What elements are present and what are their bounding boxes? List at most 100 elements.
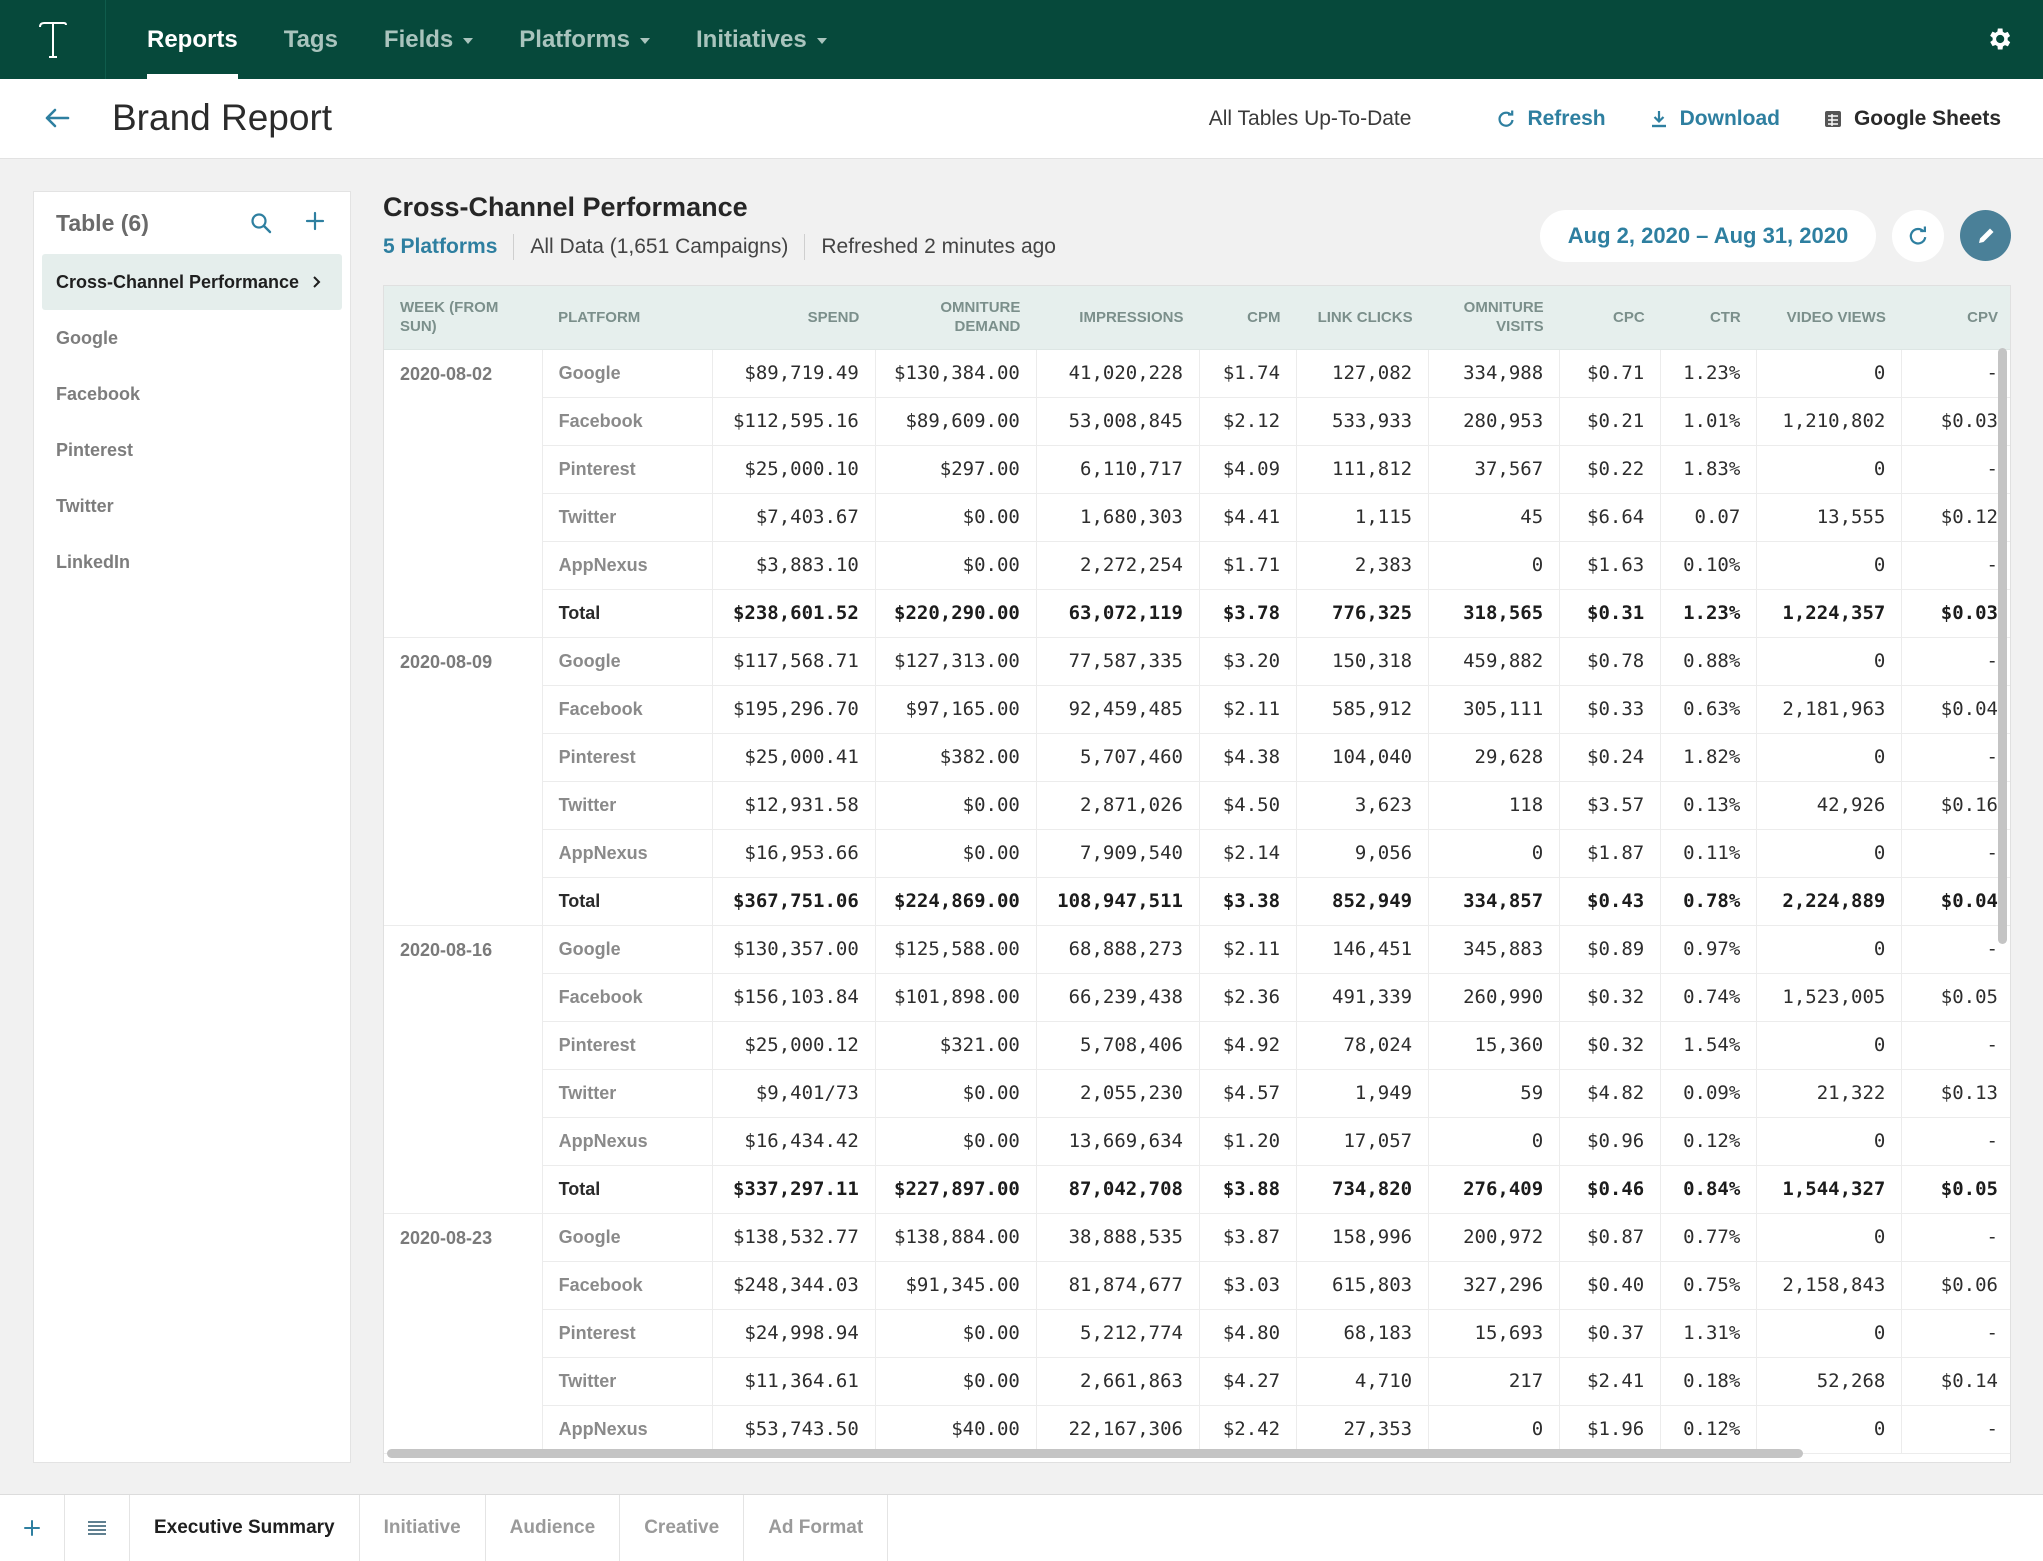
nav-item-platforms[interactable]: Platforms bbox=[519, 0, 650, 79]
date-range-picker[interactable]: Aug 2, 2020 – Aug 31, 2020 bbox=[1540, 210, 1876, 262]
table-meta: 5 Platforms All Data (1,651 Campaigns) R… bbox=[383, 233, 1056, 261]
column-header[interactable]: IMPRESSIONS bbox=[1036, 286, 1200, 350]
data-cell: 0 bbox=[1756, 733, 1902, 782]
tab-audience[interactable]: Audience bbox=[486, 1495, 621, 1561]
table-row[interactable]: AppNexus $16,434.42 $0.00 13,669,634 $1.20 17… bbox=[384, 1117, 2010, 1166]
data-cell: $1.63 bbox=[1559, 541, 1661, 590]
sidebar-item-twitter[interactable]: Twitter bbox=[34, 478, 350, 534]
data-cell: $0.87 bbox=[1559, 1213, 1661, 1262]
data-cell: 1.23% bbox=[1660, 589, 1757, 638]
table-row[interactable]: AppNexus $53,743.50 $40.00 22,167,306 $2.42 2… bbox=[384, 1405, 2010, 1454]
table-row[interactable]: Twitter $9,401/73 $0.00 2,055,230 $4.57 1,949… bbox=[384, 1069, 2010, 1118]
data-cell: $2.11 bbox=[1198, 925, 1297, 974]
table-row[interactable]: Twitter $11,364.61 $0.00 2,661,863 $4.27 4,71… bbox=[384, 1357, 2010, 1406]
data-cell: $0.24 bbox=[1559, 733, 1661, 782]
horizontal-scrollbar[interactable] bbox=[387, 1449, 1803, 1458]
column-header[interactable]: PLATFORM bbox=[542, 286, 713, 350]
tab-list-button[interactable] bbox=[65, 1495, 130, 1561]
sidebar-item-label: LinkedIn bbox=[56, 551, 131, 572]
column-header[interactable]: CPM bbox=[1199, 286, 1297, 350]
data-cell: $220,290.00 bbox=[874, 589, 1037, 638]
tab-executive-summary[interactable]: Executive Summary bbox=[130, 1495, 360, 1561]
sidebar-item-facebook[interactable]: Facebook bbox=[34, 366, 350, 422]
table-row[interactable]: Pinterest $24,998.94 $0.00 5,212,774 $4.80 68… bbox=[384, 1309, 2010, 1358]
column-header[interactable]: LINK CLICKS bbox=[1296, 286, 1429, 350]
logo[interactable] bbox=[0, 0, 106, 79]
sidebar-item-linkedin[interactable]: LinkedIn bbox=[34, 534, 350, 590]
data-cell: 0.84% bbox=[1660, 1165, 1757, 1214]
data-cell: $89,719.49 bbox=[711, 349, 876, 398]
data-cell: 2,272,254 bbox=[1035, 541, 1200, 590]
edit-button[interactable] bbox=[1960, 210, 2011, 261]
sidebar-item-label: Twitter bbox=[56, 495, 114, 516]
column-header[interactable]: OMNITURE VISITS bbox=[1428, 286, 1560, 350]
data-cell: - bbox=[1901, 1213, 2010, 1262]
data-cell: 2,158,843 bbox=[1756, 1261, 1902, 1310]
table-row[interactable]: 2020-08-02 Google $89,719.49 $130,384.00 41,… bbox=[384, 349, 2010, 638]
total-row[interactable]: Total $337,297.11 $227,897.00 87,042,708 $3.… bbox=[384, 1165, 2010, 1214]
data-cell: $125,588.00 bbox=[874, 925, 1037, 974]
table-refresh-button[interactable] bbox=[1892, 210, 1944, 262]
add-tab-button[interactable] bbox=[0, 1495, 65, 1561]
column-header[interactable]: CPV bbox=[1901, 286, 2010, 350]
total-row[interactable]: Total $367,751.06 $224,869.00 108,947,511 $3… bbox=[384, 877, 2010, 926]
data-cell: 200,972 bbox=[1428, 1213, 1560, 1262]
table-row[interactable]: Pinterest $25,000.41 $382.00 5,707,460 $4.38… bbox=[384, 733, 2010, 782]
data-cell: 0 bbox=[1756, 1405, 1902, 1454]
tab-creative[interactable]: Creative bbox=[620, 1495, 745, 1561]
data-cell: 59 bbox=[1428, 1069, 1560, 1118]
search-icon[interactable] bbox=[250, 212, 272, 234]
data-cell: 327,296 bbox=[1428, 1261, 1560, 1310]
table-row[interactable]: Facebook $112,595.16 $89,609.00 53,008,845 $… bbox=[384, 397, 2010, 446]
table-row[interactable]: 2020-08-16 Google $130,357.00 $125,588.00 68… bbox=[384, 925, 2010, 1214]
nav-item-fields[interactable]: Fields bbox=[384, 0, 474, 79]
data-cell: $25,000.10 bbox=[711, 445, 876, 494]
table-row[interactable]: Facebook $195,296.70 $97,165.00 92,459,485 $… bbox=[384, 685, 2010, 734]
table-row[interactable]: AppNexus $3,883.10 $0.00 2,272,254 $1.71 2,38… bbox=[384, 541, 2010, 590]
data-cell: 0.97% bbox=[1660, 925, 1757, 974]
column-header[interactable]: VIDEO VIEWS bbox=[1756, 286, 1902, 350]
table-row[interactable]: 2020-08-09 Google $117,568.71 $127,313.00 77… bbox=[384, 637, 2010, 926]
column-header[interactable]: WEEK (FROM SUN) bbox=[384, 286, 543, 350]
column-header[interactable]: OMNITURE DEMAND bbox=[875, 286, 1037, 350]
vertical-scrollbar[interactable] bbox=[1998, 348, 2007, 944]
table-row[interactable]: AppNexus $16,953.66 $0.00 7,909,540 $2.14 9,0… bbox=[384, 829, 2010, 878]
tab-initiative[interactable]: Initiative bbox=[360, 1495, 486, 1561]
table-row[interactable]: Pinterest $25,000.12 $321.00 5,708,406 $4.92… bbox=[384, 1021, 2010, 1070]
data-cell: $0.96 bbox=[1559, 1117, 1661, 1166]
download-button[interactable]: Download bbox=[1650, 107, 1780, 131]
sidebar-item-cross-channel-performance[interactable]: Cross-Channel Performance bbox=[42, 254, 342, 310]
data-cell: $2.12 bbox=[1198, 397, 1297, 446]
data-cell: $382.00 bbox=[874, 733, 1037, 782]
data-table-container[interactable]: WEEK (FROM SUN) PLATFORM SPEND OMNITURE DEM… bbox=[383, 285, 2011, 1463]
table-row[interactable]: Twitter $12,931.58 $0.00 2,871,026 $4.50 3,62… bbox=[384, 781, 2010, 830]
total-row[interactable]: Total $238,601.52 $220,290.00 63,072,119 $3.… bbox=[384, 589, 2010, 638]
column-header[interactable]: CTR bbox=[1660, 286, 1757, 350]
tab-ad-format[interactable]: Ad Format bbox=[744, 1495, 889, 1561]
table-row[interactable]: Facebook $248,344.03 $91,345.00 81,874,677 $… bbox=[384, 1261, 2010, 1310]
table-row[interactable]: Twitter $7,403.67 $0.00 1,680,303 $4.41 1,115… bbox=[384, 493, 2010, 542]
column-header[interactable]: CPC bbox=[1559, 286, 1661, 350]
sidebar-item-google[interactable]: Google bbox=[34, 310, 350, 366]
nav-item-reports[interactable]: Reports bbox=[147, 0, 238, 79]
platforms-link[interactable]: 5 Platforms bbox=[383, 235, 497, 259]
nav-item-initiatives[interactable]: Initiatives bbox=[696, 0, 827, 79]
nav-item-tags[interactable]: Tags bbox=[284, 0, 338, 79]
plus-icon bbox=[24, 1520, 40, 1536]
refresh-button[interactable]: Refresh bbox=[1497, 107, 1606, 131]
google-sheets-button[interactable]: Google Sheets bbox=[1824, 107, 2001, 131]
sidebar-item-pinterest[interactable]: Pinterest bbox=[34, 422, 350, 478]
data-cell: 1,210,802 bbox=[1756, 397, 1902, 446]
data-cell: $25,000.41 bbox=[711, 733, 876, 782]
table-row[interactable]: 2020-08-23 Google $138,532.77 $138,884.00 38… bbox=[384, 1213, 2010, 1454]
performance-table: WEEK (FROM SUN) PLATFORM SPEND OMNITURE DEM… bbox=[384, 286, 2010, 1454]
data-cell: 127,082 bbox=[1296, 349, 1429, 398]
column-header[interactable]: SPEND bbox=[712, 286, 876, 350]
platform-cell: AppNexus bbox=[541, 829, 713, 878]
gear-icon[interactable] bbox=[1985, 25, 2013, 53]
plus-icon[interactable] bbox=[304, 210, 326, 232]
back-arrow-icon[interactable] bbox=[42, 103, 72, 133]
table-row[interactable]: Pinterest $25,000.10 $297.00 6,110,717 $4.09… bbox=[384, 445, 2010, 494]
table-row[interactable]: Facebook $156,103.84 $101,898.00 66,239,438… bbox=[384, 973, 2010, 1022]
data-cell: $1.74 bbox=[1198, 349, 1297, 398]
